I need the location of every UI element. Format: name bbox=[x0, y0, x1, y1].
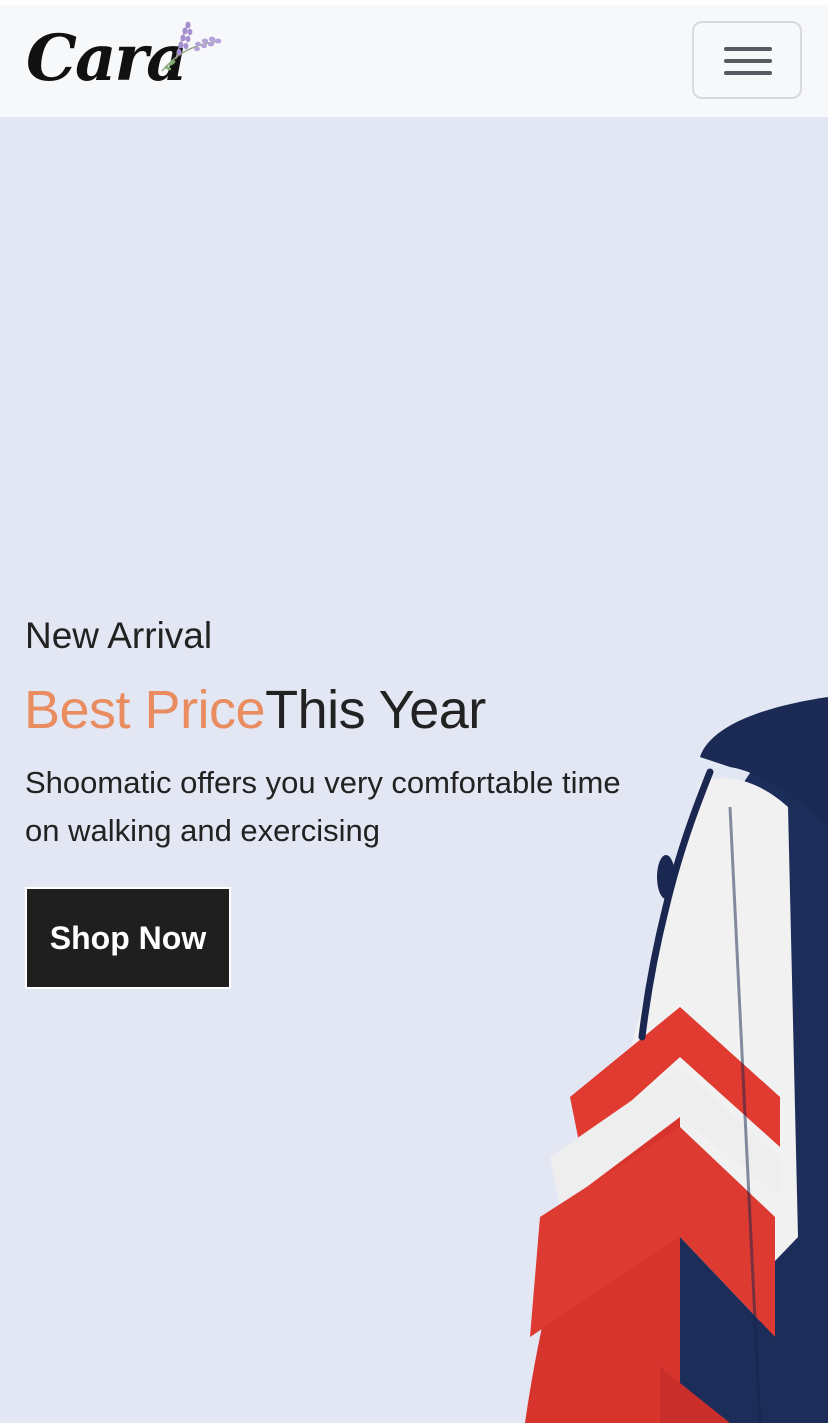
hero-headline: Best PriceThis Year bbox=[24, 677, 486, 743]
hamburger-icon bbox=[724, 43, 772, 79]
hero-eyebrow: New Arrival bbox=[25, 615, 213, 656]
hamburger-bar bbox=[724, 59, 772, 63]
hamburger-bar bbox=[724, 47, 772, 51]
hamburger-bar bbox=[724, 71, 772, 75]
brand-logo[interactable]: Cara bbox=[26, 19, 226, 109]
menu-toggle-button[interactable] bbox=[692, 21, 802, 99]
hero-description: Shoomatic offers you very comfortable ti… bbox=[25, 765, 621, 848]
headline-rest: This Year bbox=[265, 680, 486, 740]
headline-accent: Best Price bbox=[24, 680, 266, 740]
lavender-sprig-icon bbox=[161, 21, 222, 72]
hero-section: New Arrival Best PriceThis Year Shoomati… bbox=[0, 117, 828, 1423]
shop-now-button[interactable]: Shop Now bbox=[25, 887, 231, 989]
navbar: Cara bbox=[0, 5, 828, 117]
